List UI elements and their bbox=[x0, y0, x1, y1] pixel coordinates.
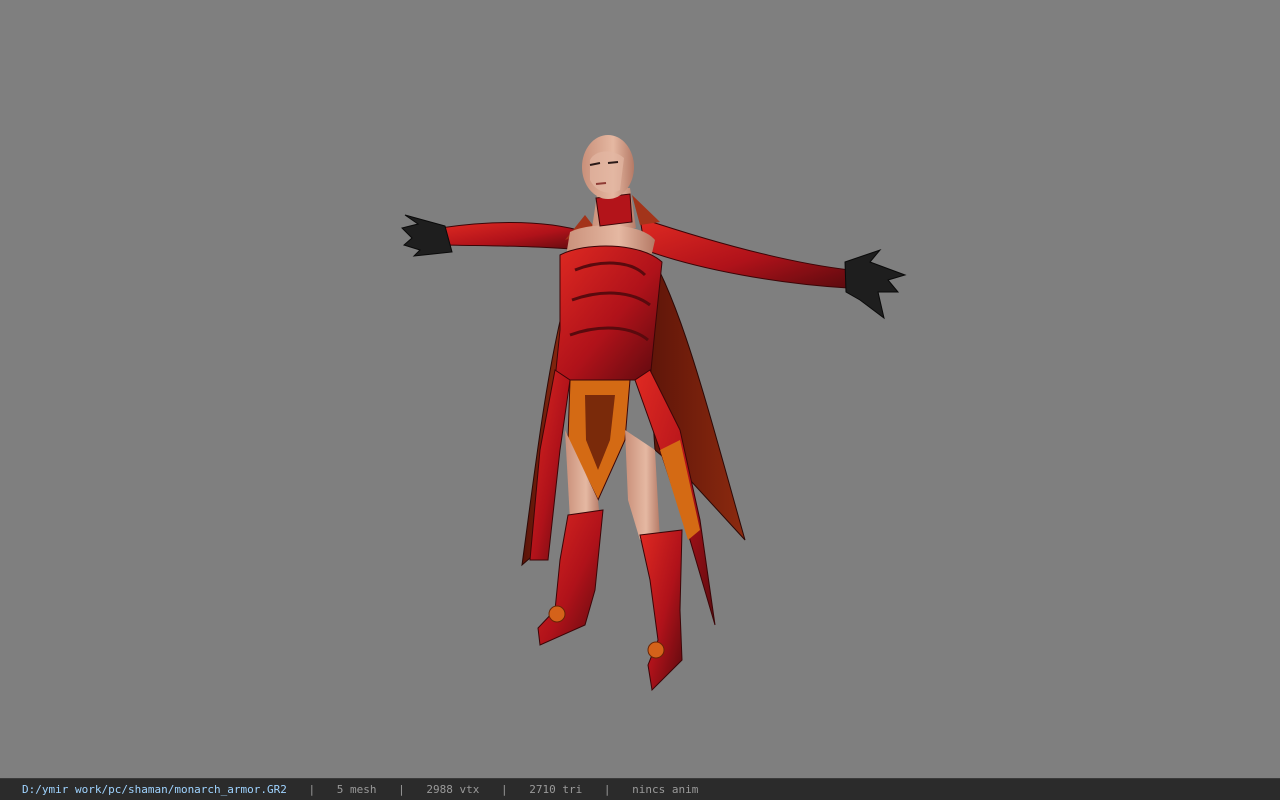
lips bbox=[595, 182, 607, 185]
vertex-count: 2988 vtx bbox=[426, 783, 480, 796]
file-path: D:/ymir work/pc/shaman/monarch_armor.GR2 bbox=[22, 783, 287, 796]
right-boot-orb bbox=[647, 641, 665, 659]
torso-armor bbox=[554, 245, 663, 381]
right-claws bbox=[844, 248, 907, 320]
separator: | bbox=[501, 783, 508, 796]
right-arm bbox=[639, 217, 851, 289]
3d-viewport[interactable] bbox=[0, 0, 1280, 778]
shoulder-spike-right bbox=[632, 195, 660, 225]
left-arm bbox=[439, 222, 586, 251]
separator: | bbox=[398, 783, 405, 796]
separator: | bbox=[308, 783, 316, 796]
separator: | bbox=[603, 783, 611, 796]
left-claws bbox=[401, 214, 453, 257]
right-boot bbox=[639, 529, 683, 692]
triangle-count: 2710 tri bbox=[529, 783, 583, 796]
character-model-icon bbox=[401, 135, 907, 692]
mesh-count: 5 mesh bbox=[336, 783, 377, 796]
eye-right bbox=[607, 161, 619, 164]
status-bar: D:/ymir work/pc/shaman/monarch_armor.GR2… bbox=[0, 778, 1280, 800]
collar bbox=[595, 193, 633, 227]
animation-status: nincs anim bbox=[632, 783, 699, 796]
face-shade bbox=[590, 151, 624, 193]
left-boot-orb bbox=[548, 605, 566, 623]
